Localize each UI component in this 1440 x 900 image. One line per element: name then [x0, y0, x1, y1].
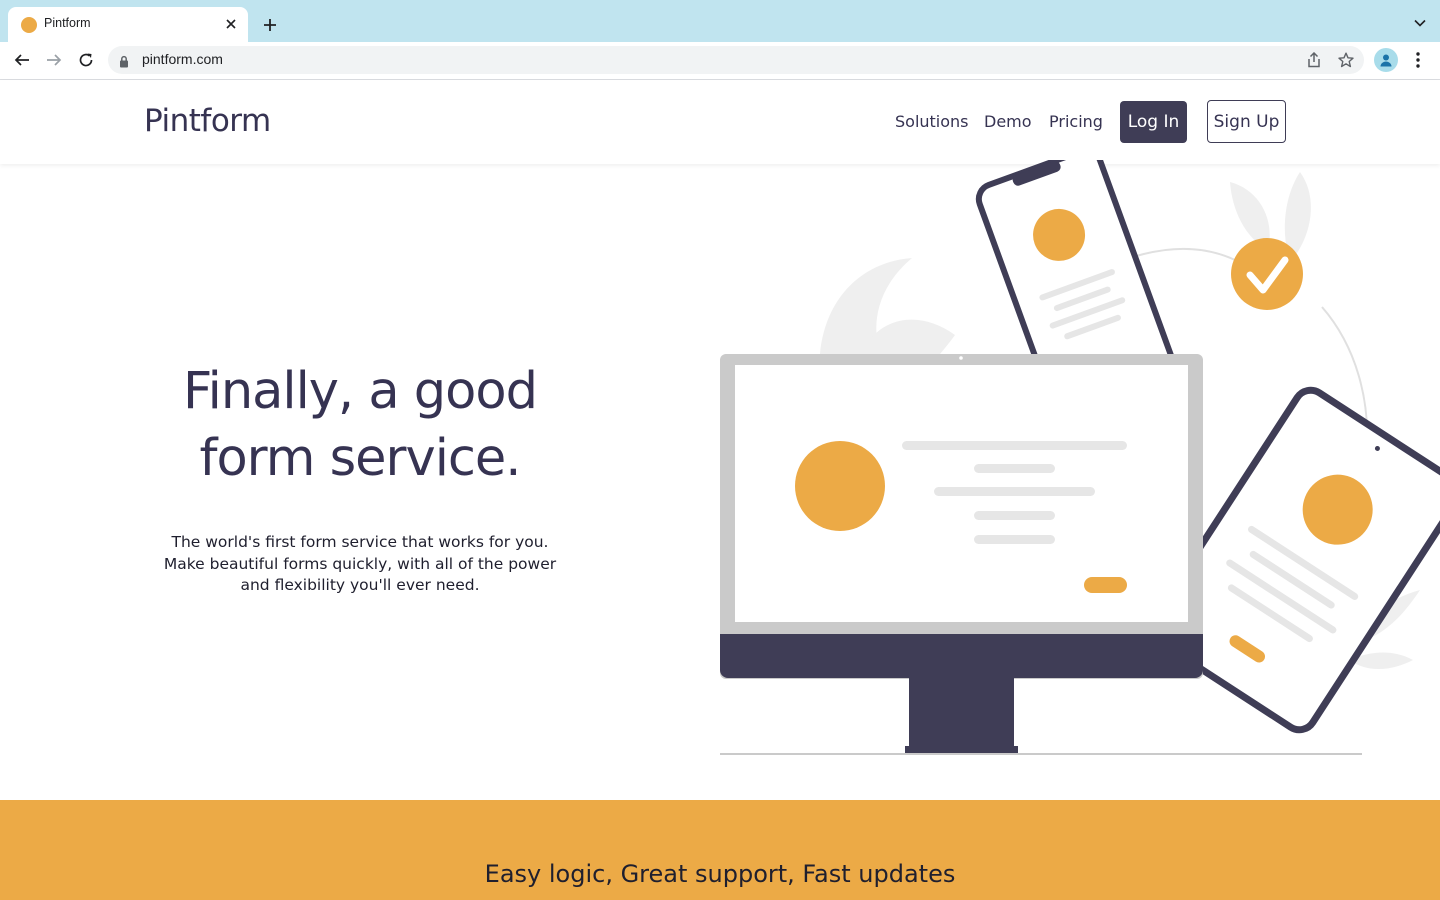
login-button[interactable]: Log In — [1120, 101, 1187, 143]
profile-icon[interactable] — [1374, 48, 1398, 72]
hero-subtitle-line3: and flexibility you'll ever need. — [240, 576, 480, 594]
checkmark-icon — [1231, 238, 1303, 310]
hero-illustration — [720, 160, 1440, 755]
share-icon[interactable] — [1304, 50, 1324, 70]
tab-title: Pintform — [44, 16, 91, 30]
hero-title-line2: form service. — [199, 429, 521, 488]
close-icon[interactable] — [220, 13, 242, 35]
chevron-down-icon[interactable] — [1410, 13, 1430, 33]
feature-band: Easy logic, Great support, Fast updates — [0, 800, 1440, 900]
arc-decoration — [1129, 247, 1236, 261]
nav-pricing[interactable]: Pricing — [1049, 112, 1103, 131]
forward-arrow-icon[interactable] — [41, 47, 67, 73]
browser-toolbar: pintform.com — [0, 42, 1440, 80]
browser-tab-bar: Pintform — [0, 0, 1440, 42]
brand-logo[interactable]: Pintform — [144, 103, 271, 139]
monitor-illustration — [720, 354, 1203, 753]
nav-demo[interactable]: Demo — [984, 112, 1032, 131]
lock-icon[interactable] — [119, 53, 129, 72]
back-arrow-icon[interactable] — [9, 47, 35, 73]
star-icon[interactable] — [1336, 50, 1356, 70]
address-bar[interactable]: pintform.com — [108, 46, 1364, 74]
nav-solutions[interactable]: Solutions — [895, 112, 969, 131]
hero-title: Finally, a good form service. — [150, 358, 570, 492]
hero-subtitle-line2: Make beautiful forms quickly, with all o… — [163, 554, 557, 573]
kebab-menu-icon[interactable] — [1408, 49, 1428, 71]
plus-icon[interactable] — [257, 12, 283, 38]
hero-subtitle: The world's first form service that work… — [150, 532, 570, 597]
browser-tab[interactable]: Pintform — [8, 7, 248, 42]
reload-icon[interactable] — [73, 47, 99, 73]
site-header: Pintform Solutions Demo Pricing Log In S… — [0, 80, 1440, 164]
feature-band-heading: Easy logic, Great support, Fast updates — [484, 860, 956, 888]
favicon-icon — [21, 17, 37, 33]
url-text[interactable]: pintform.com — [142, 51, 223, 67]
signup-button[interactable]: Sign Up — [1207, 100, 1286, 143]
hero-title-line1: Finally, a good — [183, 362, 538, 421]
hero-subtitle-line1: The world's first form service that work… — [171, 533, 549, 551]
